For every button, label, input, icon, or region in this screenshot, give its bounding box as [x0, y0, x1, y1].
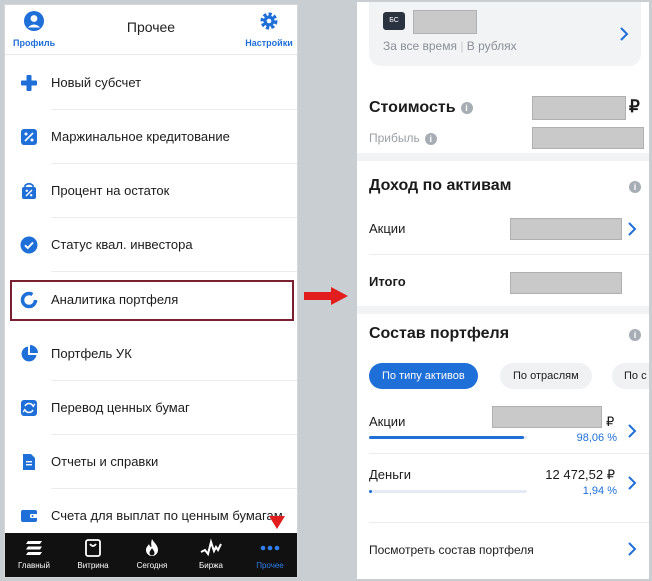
info-icon[interactable]: i: [629, 181, 641, 193]
account-badge: БС: [383, 12, 405, 30]
redacted-account-name: [413, 10, 477, 34]
tab-label: Прочее: [256, 561, 284, 570]
view-portfolio-label: Посмотреть состав портфеля: [369, 543, 534, 557]
info-icon[interactable]: i: [460, 101, 473, 114]
info-icon[interactable]: i: [424, 132, 437, 145]
chevron-right-icon: [628, 476, 637, 490]
red-triangle-marker: [269, 516, 285, 529]
period-label: За все время: [383, 39, 457, 53]
section-divider: [357, 306, 649, 314]
share-bar-fill: [369, 436, 524, 439]
bag-percent-icon: [22, 182, 36, 199]
tab-label: Биржа: [199, 561, 223, 570]
menu-item-label: Маржинальное кредитование: [51, 129, 230, 144]
chevron-right-icon: [620, 27, 629, 41]
menu-item-portfolio-uk[interactable]: Портфель УК: [5, 327, 297, 381]
transfer-icon: [21, 400, 37, 416]
menu-item-label: Новый субсчет: [51, 75, 142, 90]
red-arrow-icon: [304, 287, 348, 305]
pie-chart-icon: [21, 345, 38, 362]
profit-label: Прибыль i: [369, 131, 437, 145]
menu-item-qualified-investor[interactable]: Статус квал. инвестора: [5, 218, 297, 272]
account-filters: За все время | В рублях: [383, 39, 517, 53]
divider: [51, 271, 297, 272]
tab-label: Витрина: [77, 561, 109, 570]
redacted-income: [510, 218, 622, 240]
chevron-right-icon[interactable]: [627, 222, 637, 236]
portfolio-analytics-screen: БС За все время | В рублях Стоимость i ₽ …: [357, 2, 649, 579]
currency-label: В рублях: [466, 39, 517, 53]
menu-item-reports[interactable]: Отчеты и справки: [5, 435, 297, 489]
value-currency: ₽: [629, 97, 640, 116]
value-title: Стоимость i: [369, 99, 473, 117]
chevron-right-icon: [628, 542, 637, 556]
divider: [369, 453, 649, 454]
menu-item-margin-lending[interactable]: Маржинальное кредитование: [5, 110, 297, 164]
bottom-tab-bar: Главный Витрина Сегодня Биржа Прочее: [5, 533, 297, 577]
menu-item-interest-on-balance[interactable]: Процент на остаток: [5, 164, 297, 218]
share-bar: [369, 436, 527, 439]
check-circle-icon: [20, 236, 38, 254]
share-bar: [369, 490, 527, 493]
row-percent: 98,06 %: [576, 432, 617, 444]
chip-other[interactable]: По с: [612, 363, 649, 389]
document-icon: [23, 454, 35, 470]
tab-label: Сегодня: [136, 561, 168, 570]
tab-label: Главный: [18, 561, 50, 570]
row-percent: 1,94 %: [582, 485, 617, 497]
more-dots-icon: [260, 545, 280, 551]
menu-item-securities-transfer[interactable]: Перевод ценных бумаг: [5, 381, 297, 435]
menu-item-label: Портфель УК: [51, 346, 132, 361]
row-amount: 12 472,52 ₽: [545, 467, 615, 482]
redacted-total: [510, 272, 622, 294]
tab-other[interactable]: Прочее: [241, 533, 299, 577]
row-currency: ₽: [606, 414, 615, 429]
menu-item-new-subaccount[interactable]: Новый субсчет: [5, 56, 297, 110]
menu-item-label: Статус квал. инвестора: [51, 237, 193, 252]
profile-label: Профиль: [13, 38, 56, 48]
redacted-profit: [532, 127, 644, 149]
highlight-frame: [10, 280, 294, 321]
section-divider: [357, 153, 649, 161]
flame-icon: [146, 539, 158, 556]
menu-item-label: Перевод ценных бумаг: [51, 400, 190, 415]
account-card[interactable]: БС За все время | В рублях: [369, 2, 641, 66]
tab-main[interactable]: Главный: [5, 533, 63, 577]
plus-icon: [21, 75, 37, 91]
tab-showcase[interactable]: Витрина: [64, 533, 122, 577]
settings-label: Настройки: [245, 38, 293, 48]
share-bar-fill: [369, 490, 373, 493]
income-row-label[interactable]: Акции: [369, 221, 405, 236]
income-title: Доход по активам: [369, 177, 512, 194]
stack-icon: [26, 541, 42, 555]
chip-by-industry[interactable]: По отраслям: [500, 363, 592, 389]
menu-item-label: Счета для выплат по ценным бумагам: [51, 508, 283, 523]
portfolio-title: Состав портфеля: [369, 325, 510, 342]
shop-bag-icon: [85, 539, 101, 557]
percent-icon: [21, 129, 37, 145]
header: Профиль Прочее Настройки: [5, 5, 297, 55]
other-menu-screen: Профиль Прочее Настройки Новый субсчет М…: [4, 4, 298, 578]
chevron-right-icon: [628, 424, 637, 438]
chip-by-asset-type[interactable]: По типу активов: [369, 363, 478, 389]
tab-exchange[interactable]: Биржа: [182, 533, 240, 577]
info-icon[interactable]: i: [629, 329, 641, 341]
gear-icon: [260, 12, 278, 30]
row-label: Деньги: [369, 467, 411, 482]
total-label: Итого: [369, 274, 406, 289]
menu-item-label: Отчеты и справки: [51, 454, 159, 469]
redacted-value: [532, 96, 626, 120]
menu-item-label: Процент на остаток: [51, 183, 170, 198]
settings-button[interactable]: Настройки: [245, 11, 293, 48]
divider: [369, 254, 649, 255]
redacted-amount: [492, 406, 602, 428]
tab-today[interactable]: Сегодня: [123, 533, 181, 577]
pulse-icon: [200, 538, 222, 557]
row-label: Акции: [369, 414, 406, 429]
divider: [369, 522, 649, 523]
wallet-icon: [21, 510, 37, 522]
